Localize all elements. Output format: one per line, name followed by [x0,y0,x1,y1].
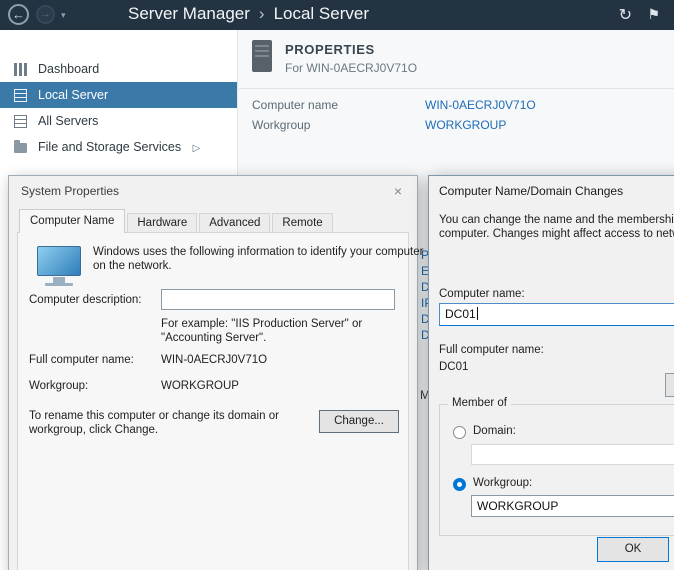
dashboard-icon [14,63,27,76]
monitor-icon [37,246,81,276]
system-properties-dialog: System Properties × Computer NameHardwar… [8,175,418,570]
breadcrumb-local-server[interactable]: Local Server [274,4,369,23]
intro-text: on the network. [93,260,172,272]
full-computer-name-value: DC01 [439,361,468,373]
forward-arrow-icon: → [40,8,51,20]
more-button[interactable] [665,373,674,397]
property-row: Computer nameWIN-0AECRJ0V71O [252,98,536,112]
breadcrumb: Server Manager › Local Server [128,4,369,24]
sidebar-item-all-servers[interactable]: All Servers [0,108,237,134]
computer-description-input[interactable] [161,289,395,310]
full-computer-name-label: Full computer name: [29,354,134,366]
tab-hardware[interactable]: Hardware [127,213,197,232]
close-icon[interactable]: × [389,182,407,200]
domain-input[interactable] [471,444,674,465]
divider [239,88,674,89]
server-manager-window: ← → ▾ Server Manager › Local Server ↻ ⚑ Da… [0,0,674,570]
change-button[interactable]: Change... [319,410,399,433]
forward-button[interactable]: → [36,5,55,24]
sidebar-item-local-server[interactable]: Local Server [0,82,237,108]
dialog-title[interactable]: Computer Name/Domain Changes [439,184,623,198]
computer-description-label: Computer description: [29,294,142,306]
back-arrow-icon: ← [12,7,25,22]
rename-hint-text: To rename this computer or change its do… [29,410,279,422]
notifications-flag-icon[interactable]: ⚑ [647,6,660,23]
sidebar-item-label: Local Server [38,88,108,102]
workgroup-radio[interactable] [453,478,466,491]
workgroup-label: Workgroup: [29,380,88,392]
sidebar-item-label: All Servers [38,114,98,128]
computer-name-input[interactable]: DC01 [439,303,674,326]
sidebar-item-label: Dashboard [38,62,99,76]
tab-bar: Computer NameHardwareAdvancedRemote [19,209,335,233]
tab-computer-name[interactable]: Computer Name [19,209,125,233]
chevron-down-icon[interactable]: ▾ [61,10,66,21]
tab-advanced[interactable]: Advanced [199,213,270,232]
full-computer-name-label: Full computer name: [439,344,544,356]
expand-chevron-icon: ▷ [193,143,201,154]
computer-name-label: Computer name: [439,288,525,300]
text-caret [477,307,478,320]
workgroup-value: WORKGROUP [161,380,239,392]
full-computer-name-value: WIN-0AECRJ0V71O [161,354,267,366]
sidebar-item-file-storage-services[interactable]: File and Storage Services ▷ [0,134,237,160]
servers-icon [14,115,27,128]
sidebar-item-label: File and Storage Services [38,140,181,154]
titlebar: ← → ▾ Server Manager › Local Server ↻ ⚑ [0,0,674,30]
properties-subheading: For WIN-0AECRJ0V71O [285,61,417,75]
breadcrumb-server-manager[interactable]: Server Manager [128,4,250,23]
example-text: For example: "IIS Production Server" or [161,318,362,330]
rename-hint-text: workgroup, click Change. [29,424,158,436]
dialog-body-text: You can change the name and the membersh… [439,214,674,226]
back-button[interactable]: ← [8,4,29,25]
workgroup-input[interactable]: WORKGROUP [471,495,674,517]
property-row: WorkgroupWORKGROUP [252,118,506,132]
computer-name-domain-changes-dialog: Computer Name/Domain Changes You can cha… [428,175,674,570]
tab-remote[interactable]: Remote [272,213,332,232]
folder-icon [14,143,27,153]
property-label: Workgroup [252,118,425,132]
refresh-icon[interactable]: ↻ [619,5,632,25]
properties-tile-icon [252,40,272,72]
domain-radio-label[interactable]: Domain: [473,425,516,437]
workgroup-link[interactable]: WORKGROUP [425,118,506,132]
ok-button[interactable]: OK [597,537,669,562]
dialog-title[interactable]: System Properties [21,184,119,198]
computer-name-link[interactable]: WIN-0AECRJ0V71O [425,98,536,112]
tab-page [17,232,409,570]
computer-name-input-value: DC01 [445,307,476,321]
domain-radio[interactable] [453,426,466,439]
property-label: Computer name [252,98,425,112]
workgroup-radio-label[interactable]: Workgroup: [473,477,532,489]
member-of-legend: Member of [448,397,511,409]
breadcrumb-separator: › [259,4,265,23]
sidebar-item-dashboard[interactable]: Dashboard [0,56,237,82]
server-icon [14,89,27,102]
intro-text: Windows uses the following information t… [93,246,423,258]
dialog-body-text: computer. Changes might affect access to… [439,228,674,240]
properties-heading: PROPERTIES [285,42,375,57]
example-text: "Accounting Server". [161,332,266,344]
